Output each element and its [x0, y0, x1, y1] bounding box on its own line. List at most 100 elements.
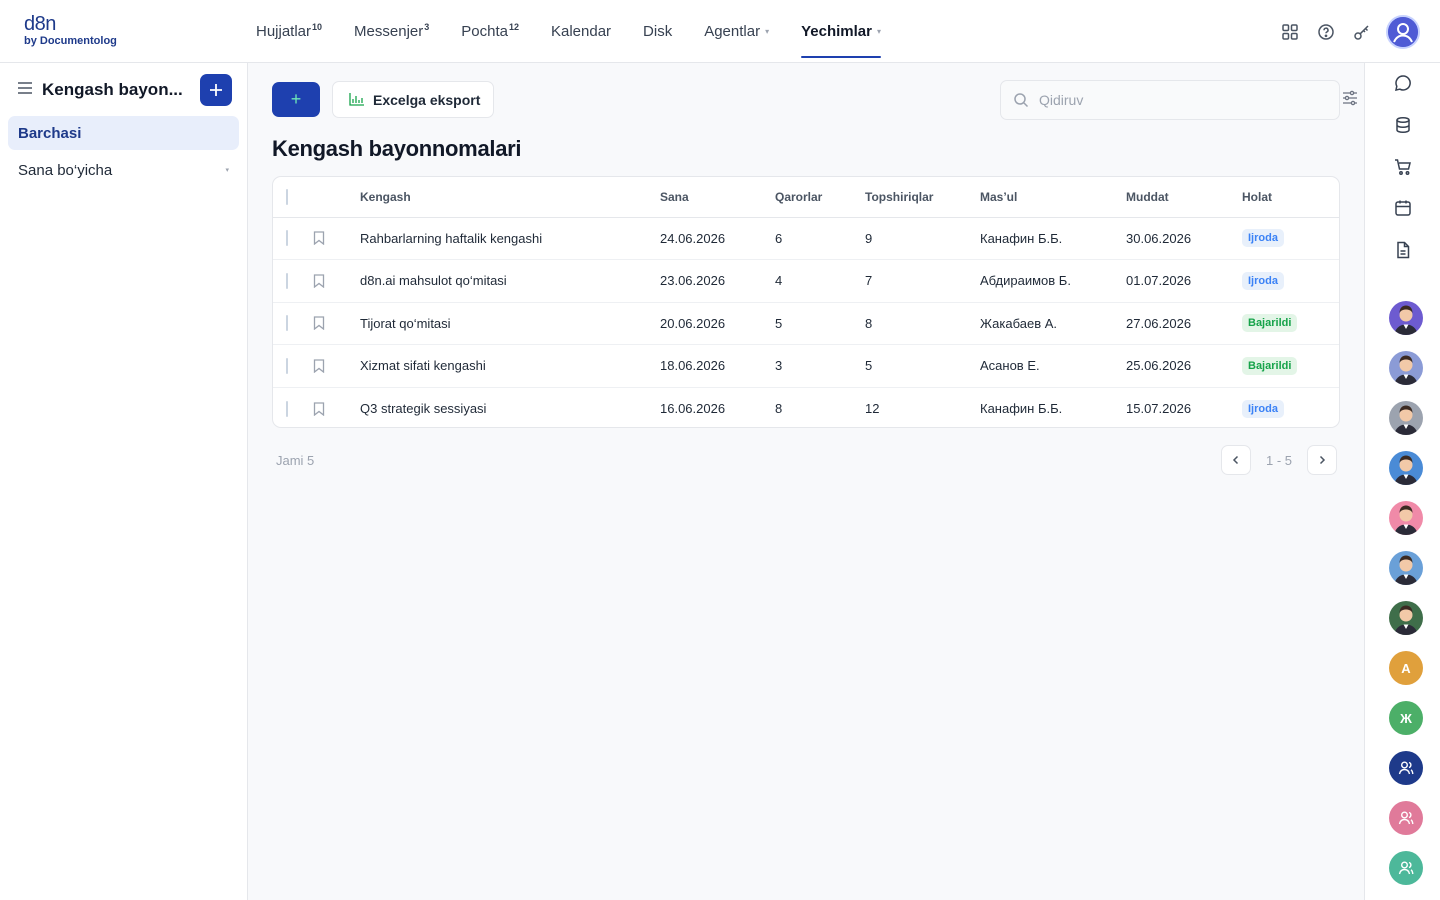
bookmark-icon[interactable] [313, 274, 360, 288]
cell-holat: Bajarildi [1242, 344, 1339, 388]
next-page-button[interactable] [1307, 445, 1337, 475]
row-select-cell[interactable] [273, 344, 313, 388]
cell-topshiriqlar: 8 [865, 302, 980, 345]
chevron-down-icon: ▾ [225, 167, 229, 174]
column-header-muddat[interactable]: Muddat [1126, 177, 1242, 218]
nav-label: Kalendar [550, 23, 612, 40]
bookmark-cell[interactable] [313, 302, 360, 345]
cell-topshiriqlar: 7 [865, 259, 980, 303]
contact-avatar[interactable] [1389, 401, 1423, 435]
cell-kengash[interactable]: Rahbarlarning haftalik kengashi [360, 217, 660, 260]
cell-sana: 16.06.2026 [660, 401, 726, 416]
contact-avatar-letter[interactable]: Ж [1389, 701, 1423, 735]
nav-item-hujjatlar[interactable]: Hujjatlar 10 [256, 0, 322, 63]
contact-avatar[interactable] [1389, 551, 1423, 585]
column-header-topshiriqlar[interactable]: Topshiriqlar [865, 177, 980, 218]
add-record-button[interactable]: + [272, 82, 320, 117]
document-icon[interactable] [1392, 239, 1414, 261]
column-header-masul[interactable]: Mas’ul [980, 177, 1126, 218]
chevron-down-icon: ▾ [765, 27, 770, 36]
prev-page-button[interactable] [1221, 445, 1251, 475]
group-icon[interactable] [1389, 801, 1423, 835]
cell-kengash[interactable]: Tijorat qo‘mitasi [360, 302, 660, 345]
bookmark-icon[interactable] [313, 401, 360, 416]
column-header-sana[interactable]: Sana [660, 177, 775, 218]
cell-masul: Жакабаев А. [980, 302, 1126, 345]
user-avatar[interactable] [1386, 14, 1420, 49]
group-icon[interactable] [1389, 851, 1423, 885]
cell-qarorlar: 4 [775, 259, 865, 303]
contact-avatar-letter[interactable]: A [1389, 651, 1423, 685]
column-header-holat[interactable]: Holat [1242, 177, 1339, 218]
group-icon[interactable] [1389, 751, 1423, 785]
chevron-down-icon: ▾ [876, 27, 881, 36]
bookmark-cell[interactable] [313, 259, 360, 303]
sidebar-add-button[interactable] [200, 74, 232, 106]
key-icon[interactable] [1344, 14, 1380, 50]
pagination: 1 - 5 [1221, 445, 1337, 475]
chat-icon[interactable] [1392, 72, 1414, 94]
table-row[interactable]: Q3 strategik sessiyasi 16.06.2026 8 12 Канаф… [273, 387, 1339, 427]
row-select-cell[interactable] [273, 259, 313, 303]
row-select-cell[interactable] [273, 387, 313, 427]
bookmark-cell[interactable] [313, 217, 360, 260]
filter-settings-icon[interactable] [1342, 90, 1360, 108]
main-content: + Excelga eksport Kengash bayonnomalari … [248, 63, 1364, 900]
cell-masul: Абдираимов Б. [980, 259, 1126, 303]
bookmark-column-header [313, 177, 360, 218]
contact-avatar[interactable] [1389, 451, 1423, 485]
cell-kengash[interactable]: d8n.ai mahsulot qo‘mitasi [360, 259, 660, 303]
row-select-cell[interactable] [273, 217, 313, 260]
cell-topshiriqlar: 5 [865, 344, 980, 388]
cell-muddat: 01.07.2026 [1126, 259, 1242, 303]
help-icon[interactable] [1308, 14, 1344, 50]
table-row[interactable]: d8n.ai mahsulot qo‘mitasi 23.06.2026 4 7 Абд… [273, 259, 1339, 303]
app-logo[interactable]: d8n by Documentolog [24, 14, 117, 48]
search-input[interactable] [1039, 92, 1299, 108]
bookmark-icon[interactable] [313, 359, 360, 373]
contact-avatar[interactable] [1389, 301, 1423, 335]
sidebar-item-sana-boyicha[interactable]: Sana bo‘yicha ▾ [8, 153, 239, 187]
bar-chart-icon [349, 93, 364, 106]
cell-sana: 20.06.2026 [660, 302, 775, 345]
cell-kengash[interactable]: Xizmat sifati kengashi [360, 344, 660, 388]
nav-item-pochta[interactable]: Pochta 12 [461, 0, 519, 63]
calendar-icon[interactable] [1392, 197, 1414, 219]
cell-masul: Асанов Е. [980, 344, 1126, 388]
database-icon[interactable] [1392, 114, 1414, 136]
table-row[interactable]: Rahbarlarning haftalik kengashi 24.06.202… [273, 217, 1339, 260]
apps-grid-icon[interactable] [1272, 14, 1308, 50]
nav-item-disk[interactable]: Disk [643, 0, 672, 63]
cell-sana: 18.06.2026 [660, 344, 775, 388]
cell-qarorlar: 3 [775, 344, 865, 388]
bookmark-icon[interactable] [313, 231, 360, 246]
table-row[interactable]: Tijorat qo‘mitasi 20.06.2026 5 8 Жакабаев А.… [273, 302, 1339, 345]
sidebar-item-barchasi[interactable]: Barchasi [8, 116, 239, 150]
column-header-kengash[interactable]: Kengash [360, 177, 660, 218]
nav-label: Pochta [461, 23, 508, 40]
nav-item-messenjer[interactable]: Messenjer 3 [354, 0, 429, 63]
contact-avatar[interactable] [1389, 601, 1423, 635]
protocols-table: Kengash Sana Qarorlar Topshiriqlar Mas’u… [272, 176, 1340, 428]
bookmark-cell[interactable] [313, 387, 360, 427]
search-box [1000, 80, 1340, 120]
column-header-qarorlar[interactable]: Qarorlar [775, 177, 865, 218]
contact-avatar[interactable] [1389, 501, 1423, 535]
bookmark-icon[interactable] [313, 316, 360, 331]
status-badge: Ijroda [1242, 229, 1284, 248]
menu-icon[interactable] [18, 81, 32, 99]
excel-export-button[interactable]: Excelga eksport [332, 81, 494, 118]
nav-item-yechimlar[interactable]: Yechimlar ▾ [801, 0, 881, 63]
bookmark-cell[interactable] [313, 344, 360, 388]
page-range: 1 - 5 [1265, 452, 1292, 468]
chevron-right-icon [1319, 455, 1326, 465]
nav-item-agentlar[interactable]: Agentlar ▾ [704, 0, 769, 63]
cart-icon[interactable] [1392, 156, 1414, 178]
row-select-handle [286, 230, 288, 247]
nav-item-kalendar[interactable]: Kalendar [551, 0, 611, 63]
contact-avatar[interactable] [1389, 351, 1423, 385]
row-select-cell[interactable] [273, 302, 313, 345]
cell-kengash[interactable]: Q3 strategik sessiyasi [360, 387, 660, 427]
select-column-header[interactable] [273, 177, 313, 218]
table-row[interactable]: Xizmat sifati kengashi 18.06.2026 3 5 Асанов… [273, 344, 1339, 388]
